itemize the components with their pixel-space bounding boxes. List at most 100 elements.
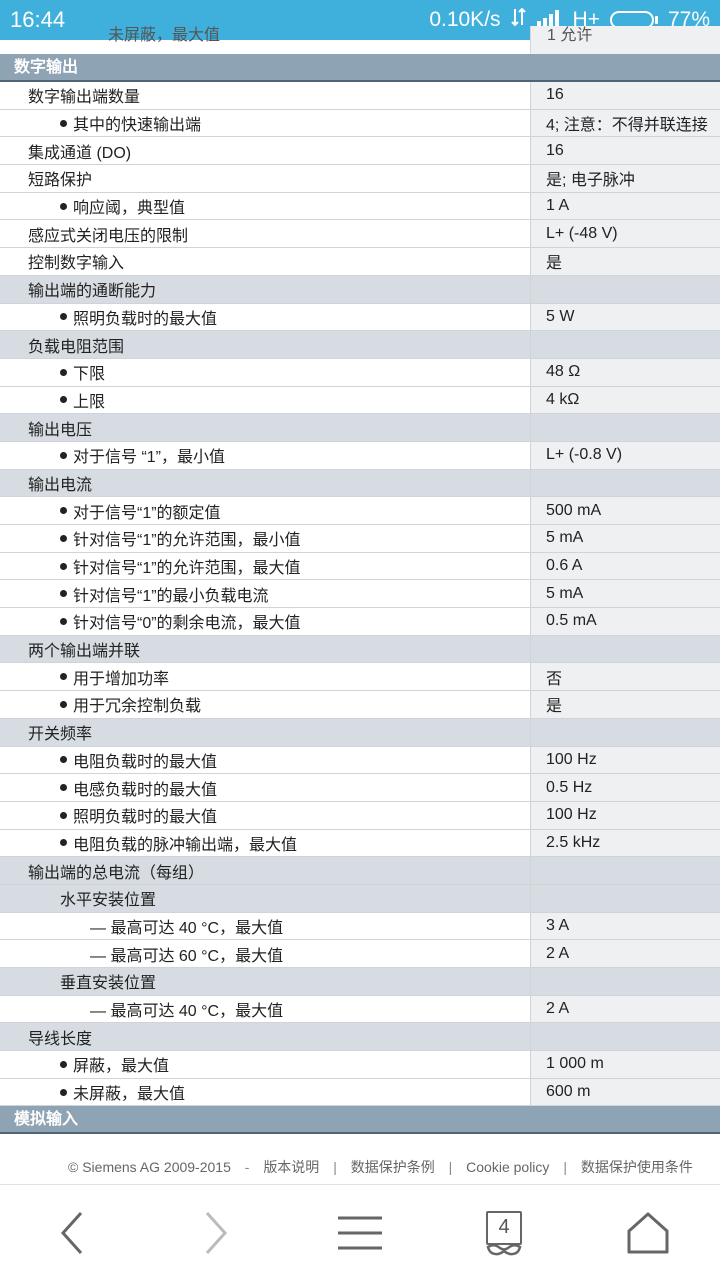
spec-value: 是 (530, 248, 720, 275)
spec-label-text: 开关频率 (28, 726, 93, 744)
spec-label: 输出电流 (0, 470, 530, 497)
spec-row: 照明负载时的最大值 5 W (0, 303, 720, 332)
spec-label-text: 集成通道 (DO) (28, 144, 132, 162)
spec-row: 电感负载时的最大值 0.5 Hz (0, 774, 720, 802)
spec-value: 4; 注意：不得并联连接 (530, 109, 720, 137)
bullet-icon (60, 202, 67, 210)
spec-label: 上限 (0, 387, 530, 414)
spec-value: 500 mA (530, 497, 720, 524)
spec-row: 短路保护 是; 电子脉冲 (0, 165, 720, 193)
spec-value: 1 000 m (530, 1051, 720, 1078)
spec-label: — 最高可达 60 °C，最大值 (0, 940, 530, 967)
spec-label-text: 输出端的总电流（每组） (28, 864, 205, 882)
spec-label-text: 照明负载时的最大值 (73, 809, 218, 827)
spec-label: 响应阈，典型值 (0, 193, 530, 220)
bullet-icon (60, 673, 67, 681)
spec-value: 2 A (530, 995, 720, 1023)
chevron-right-icon (205, 1211, 228, 1254)
footer-link-release-notes[interactable]: 版本说明 (263, 1159, 319, 1175)
page-footer: © Siemens AG 2009-2015 - 版本说明 | 数据保护条例 |… (68, 1159, 693, 1175)
spec-group-header: 输出电流 (0, 469, 720, 498)
tabs-button[interactable]: 4 (464, 1193, 544, 1273)
spec-label-text: 其中的快速输出端 (73, 117, 202, 135)
spec-value: 2.5 kHz (530, 829, 720, 857)
spec-group-header: 输出电压 (0, 414, 720, 442)
spec-group-header: 导线长度 (0, 1023, 720, 1052)
spec-value: 600 m (530, 1078, 720, 1106)
spec-value: 16 (530, 82, 720, 109)
spec-label-text: — 最高可达 40 °C，最大值 (90, 1003, 284, 1021)
bullet-icon (60, 396, 67, 404)
bullet-icon (60, 1088, 67, 1096)
spec-label-text: 上限 (73, 393, 106, 411)
spec-row: 对于信号“1”的额定值 500 mA (0, 497, 720, 525)
spec-label: 照明负载时的最大值 (0, 304, 530, 331)
footer-link-terms-of-use[interactable]: 数据保护使用条件 (581, 1159, 693, 1175)
spec-label-text: 电阻负载时的最大值 (73, 753, 218, 771)
bullet-icon (60, 590, 67, 598)
back-button[interactable] (32, 1193, 112, 1273)
spec-label: 针对信号“1”的最小负载电流 (0, 580, 530, 607)
bullet-icon (60, 534, 67, 542)
spec-group-header: 开关频率 (0, 718, 720, 747)
spec-label: 屏蔽，最大值 (0, 1051, 530, 1078)
spec-value (530, 635, 720, 663)
spec-label-text: 导线长度 (28, 1030, 93, 1048)
forward-button[interactable] (176, 1193, 256, 1273)
spec-row: 上限 4 kΩ (0, 386, 720, 415)
home-button[interactable] (608, 1193, 688, 1273)
spec-label: 其中的快速输出端 (0, 110, 530, 137)
spec-label-text: — 最高可达 60 °C，最大值 (90, 947, 284, 965)
spec-table: 数字输出端数量 16 其中的快速输出端 4; 注意：不得并联连接集成通道 (DO) 16… (0, 82, 720, 1107)
spec-value: 2 A (530, 940, 720, 967)
spec-label-text: 用于冗余控制负载 (73, 698, 202, 716)
spec-value (530, 718, 720, 746)
spec-label-text: — 最高可达 40 °C，最大值 (90, 919, 284, 937)
spec-label: 集成通道 (DO) (0, 137, 530, 164)
spec-row: 感应式关闭电压的限制 L+ (-48 V) (0, 220, 720, 249)
spec-label: 输出电压 (0, 414, 530, 441)
spec-label: 感应式关闭电压的限制 (0, 220, 530, 247)
spec-row: 对于信号 “1”，最小值 L+ (-0.8 V) (0, 441, 720, 470)
bullet-icon (60, 617, 67, 625)
spec-group-header: 垂直安装位置 (0, 968, 720, 996)
spec-label-text: 输出端的通断能力 (28, 283, 157, 301)
hamburger-menu-icon (338, 1216, 382, 1249)
bullet-icon (60, 368, 67, 376)
spec-label: 针对信号“0”的剩余电流，最大值 (0, 608, 530, 635)
partial-row: 未屏蔽，最大值 1 允许 (0, 26, 720, 54)
spec-label-text: 短路保护 (28, 172, 93, 190)
spec-label-text: 感应式关闭电压的限制 (28, 227, 189, 245)
spec-label: 导线长度 (0, 1023, 530, 1050)
footer-link-privacy-policy[interactable]: 数据保护条例 (351, 1159, 435, 1175)
bullet-icon (60, 1060, 67, 1068)
copyright-text: © Siemens AG 2009-2015 (68, 1159, 231, 1175)
spec-label-text: 垂直安装位置 (60, 975, 157, 993)
spec-label-text: 响应阈，典型值 (73, 200, 186, 218)
bullet-icon (60, 784, 67, 792)
spec-label-text: 对于信号 “1”，最小值 (73, 449, 226, 467)
footer-link-cookie-policy[interactable]: Cookie policy (466, 1159, 549, 1175)
bullet-icon (60, 562, 67, 570)
spec-label: 用于冗余控制负载 (0, 691, 530, 718)
spec-label: 电阻负载的脉冲输出端，最大值 (0, 830, 530, 857)
spec-value: 0.5 Hz (530, 774, 720, 801)
bullet-icon (60, 700, 67, 708)
bullet-icon (60, 313, 67, 321)
spec-label-text: 电感负载时的最大值 (73, 781, 218, 799)
spec-label-text: 两个输出端并联 (28, 643, 141, 661)
menu-button[interactable] (320, 1193, 400, 1273)
spec-label: 数字输出端数量 (0, 82, 530, 109)
spec-label-text: 数字输出端数量 (28, 89, 141, 107)
partial-row-value: 1 允许 (530, 26, 720, 54)
spec-label: 控制数字输入 (0, 248, 530, 275)
spec-row: 数字输出端数量 16 (0, 82, 720, 110)
spec-row: 控制数字输入 是 (0, 248, 720, 276)
spec-label: 下限 (0, 359, 530, 386)
spec-label: 负载电阻范围 (0, 331, 530, 358)
spec-label: 用于增加功率 (0, 663, 530, 690)
spec-row: 用于冗余控制负载 是 (0, 691, 720, 719)
spec-label-text: 水平安装位置 (60, 892, 157, 910)
spec-row: 用于增加功率 否 (0, 663, 720, 692)
spec-value (530, 275, 720, 303)
